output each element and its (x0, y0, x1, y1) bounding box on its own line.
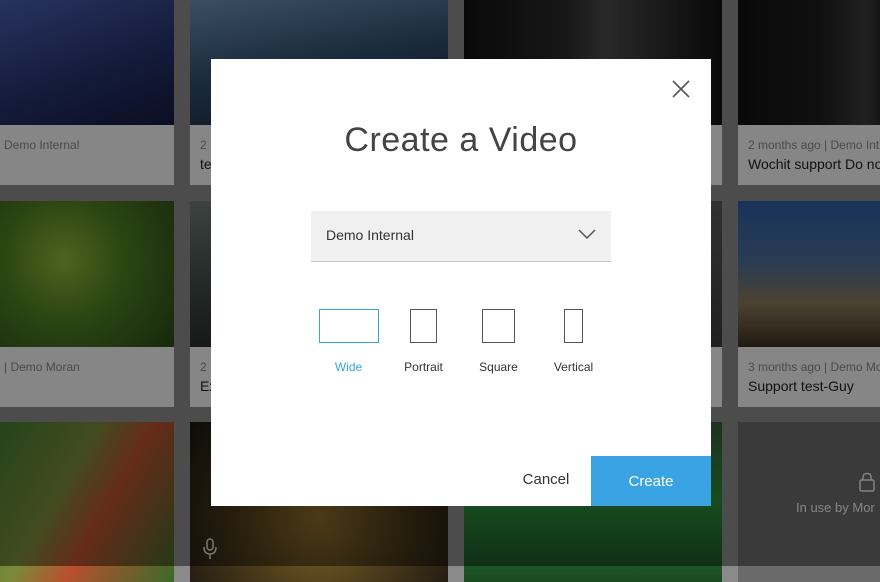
create-video-dialog: Create a Video Demo Internal Wide Portra… (211, 59, 711, 506)
close-icon[interactable] (669, 77, 693, 101)
format-option-portrait[interactable]: Portrait (386, 309, 461, 379)
wide-frame-icon (319, 309, 379, 343)
create-button[interactable]: Create (591, 456, 711, 506)
format-option-square[interactable]: Square (461, 309, 536, 379)
format-label: Vertical (553, 360, 594, 374)
format-label: Wide (334, 360, 363, 374)
portrait-frame-icon (410, 309, 437, 343)
square-frame-icon (482, 309, 515, 343)
account-select-value: Demo Internal (326, 227, 414, 243)
format-label: Square (479, 360, 518, 374)
format-label: Portrait (404, 360, 443, 374)
chevron-down-icon (578, 229, 596, 240)
vertical-frame-icon (564, 309, 583, 343)
format-option-wide[interactable]: Wide (311, 309, 386, 379)
cancel-button[interactable]: Cancel (504, 457, 588, 501)
format-option-vertical[interactable]: Vertical (536, 309, 611, 379)
dialog-title: Create a Video (344, 121, 578, 159)
account-select[interactable]: Demo Internal (311, 211, 611, 262)
